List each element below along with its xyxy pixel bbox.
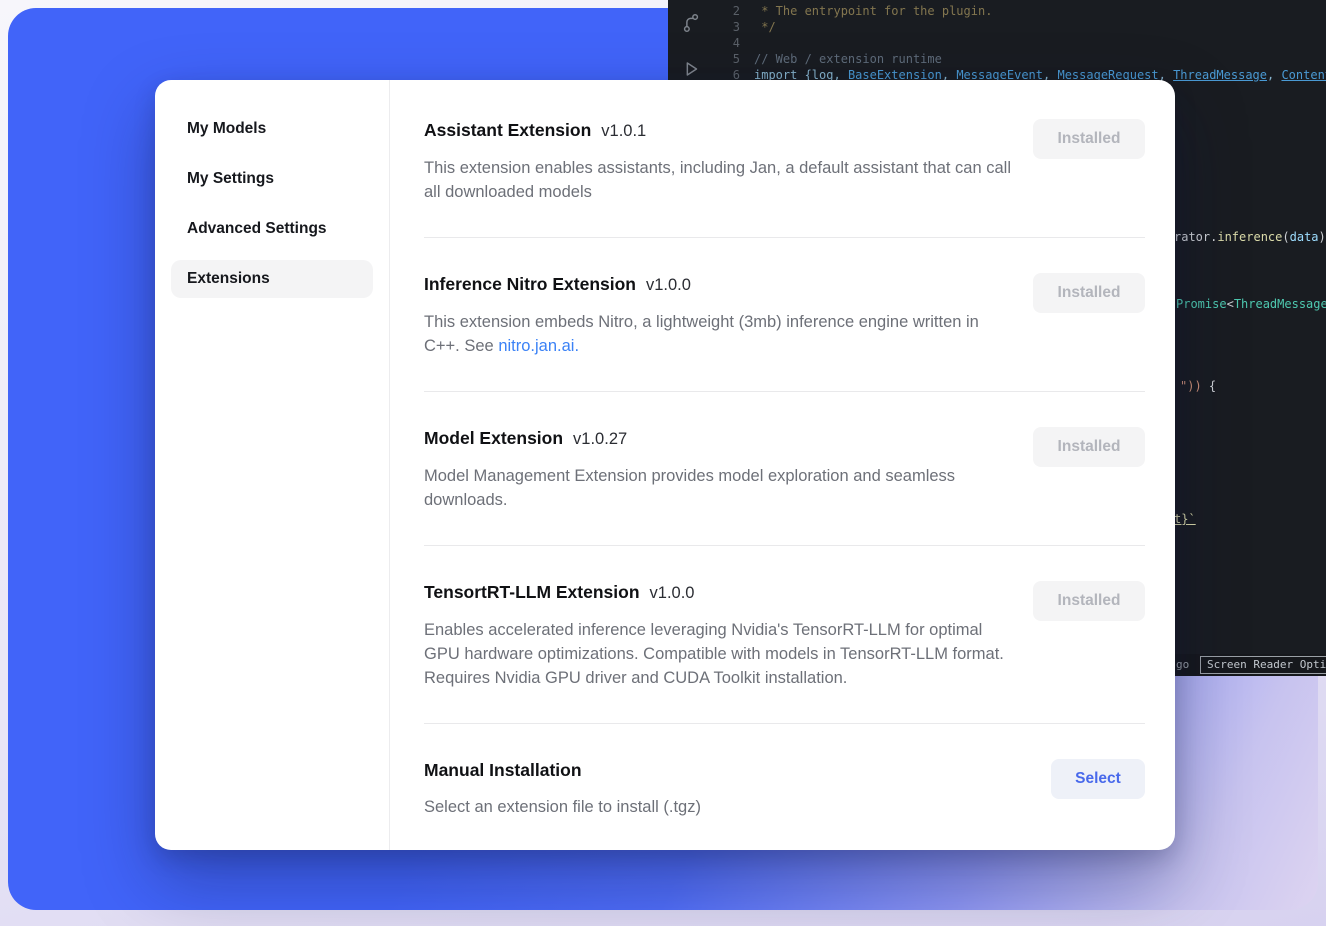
code-line: 3 */ bbox=[714, 19, 1326, 35]
extension-version: v1.0.0 bbox=[646, 272, 691, 298]
extension-name: Model Extension bbox=[424, 425, 563, 451]
extension-description: Model Management Extension provides mode… bbox=[424, 464, 1014, 512]
source-control-icon[interactable] bbox=[680, 12, 702, 34]
manual-installation-description: Select an extension file to install (.tg… bbox=[424, 795, 701, 819]
code-text: ContentType bbox=[1281, 67, 1326, 83]
code-area: 2 * The entrypoint for the plugin. 3 */ … bbox=[714, 3, 1326, 83]
page: 2 * The entrypoint for the plugin. 3 */ … bbox=[0, 0, 1326, 926]
extension-name: Inference Nitro Extension bbox=[424, 271, 636, 297]
extension-name: TensortRT-LLM Extension bbox=[424, 579, 640, 605]
extension-row-tensorrt: TensortRT-LLM Extension v1.0.0 Enables a… bbox=[424, 546, 1145, 724]
manual-installation-row: Manual Installation Select an extension … bbox=[424, 724, 1145, 850]
code-text: inference bbox=[1217, 230, 1282, 244]
code-fragment: rator.inference(data)); bbox=[1174, 230, 1326, 244]
code-fragment: t}` bbox=[1174, 512, 1196, 526]
run-debug-icon[interactable] bbox=[680, 58, 702, 80]
code-text: data bbox=[1290, 230, 1319, 244]
code-text: < bbox=[1227, 297, 1234, 311]
code-text: ( bbox=[1282, 230, 1289, 244]
code-text: // Web / extension runtime bbox=[754, 51, 942, 67]
extension-description: This extension embeds Nitro, a lightweig… bbox=[424, 310, 1014, 358]
extension-description: This extension enables assistants, inclu… bbox=[424, 156, 1014, 204]
code-text: ")) bbox=[1180, 379, 1202, 393]
sidebar-item-my-settings[interactable]: My Settings bbox=[171, 160, 373, 198]
code-text: Promise bbox=[1176, 297, 1227, 311]
extension-version: v1.0.0 bbox=[650, 580, 695, 606]
code-line: 4 bbox=[714, 35, 1326, 51]
line-number: 2 bbox=[714, 3, 740, 19]
sidebar-item-advanced-settings[interactable]: Advanced Settings bbox=[171, 210, 373, 248]
code-text: ThreadMessage bbox=[1173, 67, 1267, 83]
code-text: * The entrypoint for the plugin. bbox=[754, 3, 992, 19]
manual-installation-title: Manual Installation bbox=[424, 757, 582, 783]
installed-button[interactable]: Installed bbox=[1033, 119, 1145, 159]
code-line: 5 // Web / extension runtime bbox=[714, 51, 1326, 67]
installed-button[interactable]: Installed bbox=[1033, 427, 1145, 467]
line-number: 4 bbox=[714, 35, 740, 51]
settings-sidebar: My Models My Settings Advanced Settings … bbox=[155, 80, 390, 850]
status-language-label: go bbox=[1176, 658, 1189, 671]
extension-row-nitro: Inference Nitro Extension v1.0.0 This ex… bbox=[424, 238, 1145, 392]
sidebar-item-extensions[interactable]: Extensions bbox=[171, 260, 373, 298]
code-text: */ bbox=[754, 19, 776, 35]
code-text: rator. bbox=[1174, 230, 1217, 244]
extension-name: Assistant Extension bbox=[424, 117, 591, 143]
line-number: 5 bbox=[714, 51, 740, 67]
code-text: , bbox=[1267, 67, 1281, 83]
extension-version: v1.0.1 bbox=[601, 118, 646, 144]
settings-modal: My Models My Settings Advanced Settings … bbox=[155, 80, 1175, 850]
code-fragment: Promise<ThreadMessage> bbox=[1176, 297, 1326, 311]
select-file-button[interactable]: Select bbox=[1051, 759, 1145, 799]
extension-description: Enables accelerated inference leveraging… bbox=[424, 618, 1014, 690]
code-fragment: ")) { bbox=[1180, 379, 1216, 393]
installed-button[interactable]: Installed bbox=[1033, 581, 1145, 621]
extension-version: v1.0.27 bbox=[573, 426, 627, 452]
code-text: { bbox=[1202, 379, 1216, 393]
extension-row-assistant: Assistant Extension v1.0.1 This extensio… bbox=[424, 84, 1145, 238]
code-text: ThreadMessage bbox=[1234, 297, 1326, 311]
code-line: 2 * The entrypoint for the plugin. bbox=[714, 3, 1326, 19]
sidebar-item-my-models[interactable]: My Models bbox=[171, 110, 373, 148]
code-text: )); bbox=[1319, 230, 1326, 244]
screen-reader-optimize-button[interactable]: Screen Reader Optimize bbox=[1200, 656, 1326, 674]
line-number: 3 bbox=[714, 19, 740, 35]
extensions-panel: Assistant Extension v1.0.1 This extensio… bbox=[390, 80, 1175, 850]
nitro-jan-ai-link[interactable]: nitro.jan.ai. bbox=[498, 337, 579, 355]
extension-row-model: Model Extension v1.0.27 Model Management… bbox=[424, 392, 1145, 546]
installed-button[interactable]: Installed bbox=[1033, 273, 1145, 313]
